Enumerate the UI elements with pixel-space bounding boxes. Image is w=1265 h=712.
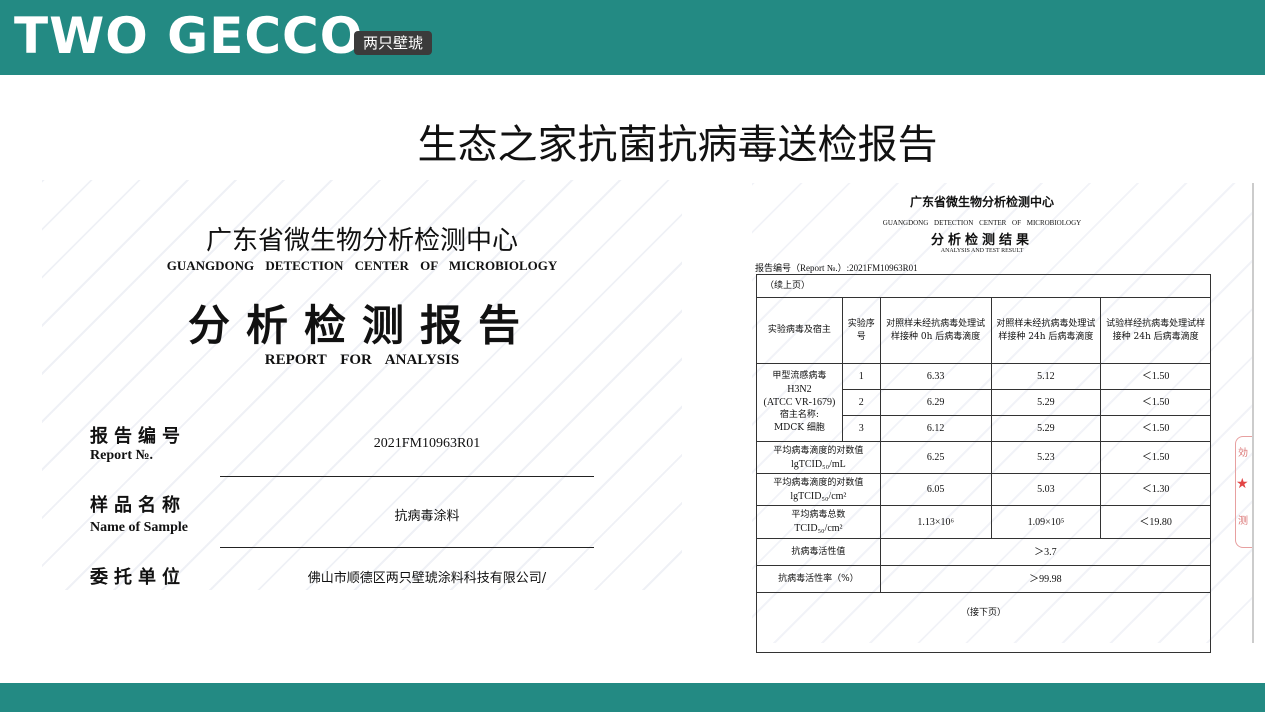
result-center-name-en: GUANGDONG DETECTION CENTER OF MICROBIOLO… [882,219,1082,227]
cell-c3: ＜19.80 [1100,505,1211,539]
summary-label-text: 平均病毒滴度的对数值 [773,445,864,456]
cover-center-name: 广东省微生物分析检测中心 [205,226,518,256]
stamp-text-bottom: 测 [1238,516,1248,527]
activity-label: 抗病毒活性值 [756,538,881,566]
summary-label-text: 平均病毒总数 [791,510,846,520]
summary-unit: lgTCID₅₀/mL [791,458,846,470]
field-label-report-no-en: Report №. [90,448,154,463]
field-value-report-no: 2021FM10963R01 [373,436,481,451]
cell-c1: 6.33 [879,363,992,390]
cell-c3: ＜1.50 [1100,441,1211,474]
field-label-report-no: 报告编号 [90,426,186,447]
cell-c2: 5.12 [990,363,1102,390]
table-row: 抗病毒活性率（%） ＞99.98 [756,565,1212,593]
virus-desc-line: 宿主名称: [779,410,819,420]
brand-badge: 两只壁琥 [354,31,433,55]
table-row: 平均病毒滴度的对数值 lgTCID₅₀/mL 6.25 5.23 ＜1.50 [756,441,1211,474]
cell-c3: ＜1.30 [1100,473,1211,506]
slide-title: 生态之家抗菌抗病毒送检报告 [417,122,938,168]
cell-c1: 6.12 [879,415,992,442]
virus-desc-line: (ATCC VR-1679) [763,397,836,408]
header-virus-host: 实验病毒及宿主 [756,297,843,364]
result-center-name: 广东省微生物分析检测中心 [909,195,1054,209]
result-report-no-label: 报告编号（Report №.）: [755,263,850,273]
cell-c2: 1.09×10⁵ [990,505,1102,539]
result-page: 广东省微生物分析检测中心 GUANGDONG DETECTION CENTER … [752,183,1252,653]
cell-c3: ＜1.50 [1100,363,1211,390]
field-label-client: 委托单位 [90,567,186,588]
report-cover-page: 广东省微生物分析检测中心 GUANGDONG DETECTION CENTER … [42,180,682,590]
cell-c1: 6.25 [879,441,992,474]
cell-c1: 6.05 [879,473,992,506]
summary-label: 平均病毒滴度的对数值 lgTCID₅₀/cm² [756,473,881,506]
header-seq: 实验序号 [841,297,881,364]
cell-c2: 5.23 [990,441,1102,474]
brand-logo: TWO GECCO [14,7,364,65]
header-col2: 对照样未经抗病毒处理试样接种 24h 后病毒滴度 [990,297,1102,364]
header-col1: 对照样未经抗病毒处理试样接种 0h 后病毒滴度 [879,297,992,364]
virus-desc-line: H3N2 [787,384,812,395]
activity-value: ＞3.7 [879,538,1212,566]
field-value-client: 佛山市顺德区两只壁琥涂料科技有限公司/ [307,571,547,586]
summary-unit: lgTCID₅₀/cm² [790,490,847,502]
cover-report-title-en: REPORT FOR ANALYSIS [264,352,460,368]
cover-center-name-en: GUANGDONG DETECTION CENTER OF MICROBIOLO… [166,258,558,273]
field-label-sample-name: 样品名称 [90,495,186,516]
result-table: （续上页） 实验病毒及宿主 实验序号 对照样未经抗病毒处理试样接种 0h 后病毒… [756,274,1212,653]
field-underline [220,547,594,548]
result-subtitle-en: ANALYSIS AND TEST RESULT [940,248,1024,254]
activity-rate-value: ＞99.98 [879,565,1212,593]
header-col3: 试验样经抗病毒处理试样接种 24h 后病毒滴度 [1100,297,1211,364]
star-icon: ★ [1236,476,1249,492]
header-bar: TWO GECCO 两只壁琥 [0,0,1265,75]
summary-unit: TCID₅₀/cm² [794,523,843,534]
table-row: 平均病毒总数 TCID₅₀/cm² 1.13×10⁶ 1.09×10⁵ ＜19.8… [756,505,1211,539]
result-report-no-value: 2021FM10963R01 [849,263,918,273]
cell-c2: 5.29 [990,415,1102,442]
stamp-text-top: 効 [1238,448,1248,459]
cell-c1: 1.13×10⁶ [879,505,992,539]
table-row: 甲型流感病毒 H3N2 (ATCC VR-1679) 宿主名称: MDCK 细胞… [756,363,1211,442]
summary-label: 平均病毒滴度的对数值 lgTCID₅₀/mL [756,441,881,474]
table-row: 平均病毒滴度的对数值 lgTCID₅₀/cm² 6.05 5.03 ＜1.30 [756,473,1211,506]
field-value-sample-name: 抗病毒涂料 [394,509,460,524]
summary-label: 平均病毒总数 TCID₅₀/cm² [756,505,881,539]
virus-desc-line: 甲型流感病毒 [772,371,827,381]
cell-seq: 1 [841,363,881,390]
page-edge [1252,183,1254,643]
cell-c2: 5.03 [990,473,1102,506]
cell-c3: ＜1.50 [1100,415,1211,442]
activity-rate-label: 抗病毒活性率（%） [756,565,881,593]
field-underline [220,476,594,477]
cover-report-title: 分析检测报告 [187,301,536,350]
summary-label-text: 平均病毒滴度的对数值 [773,477,864,488]
cell-c1: 6.29 [879,389,992,416]
continue-next-note: （接下页） [756,592,1211,653]
cell-c2: 5.29 [990,389,1102,416]
virus-desc-line: MDCK 细胞 [773,423,825,433]
result-report-no: 报告编号（Report №.）:2021FM10963R01 [755,261,918,274]
result-subtitle: 分析检测结果 [930,233,1033,248]
continued-note: （续上页） [756,274,1211,298]
cell-c3: ＜1.50 [1100,389,1211,416]
table-row: （续上页） [756,274,1211,298]
table-header-row: 实验病毒及宿主 实验序号 对照样未经抗病毒处理试样接种 0h 后病毒滴度 对照样… [756,297,1211,364]
cell-seq: 3 [841,415,881,442]
field-label-sample-name-en: Name of Sample [90,520,188,535]
virus-description: 甲型流感病毒 H3N2 (ATCC VR-1679) 宿主名称: MDCK 细胞 [756,363,843,442]
footer-bar [0,683,1265,712]
table-row: （接下页） [756,592,1211,653]
table-row: 抗病毒活性值 ＞3.7 [756,538,1212,566]
cell-seq: 2 [841,389,881,416]
